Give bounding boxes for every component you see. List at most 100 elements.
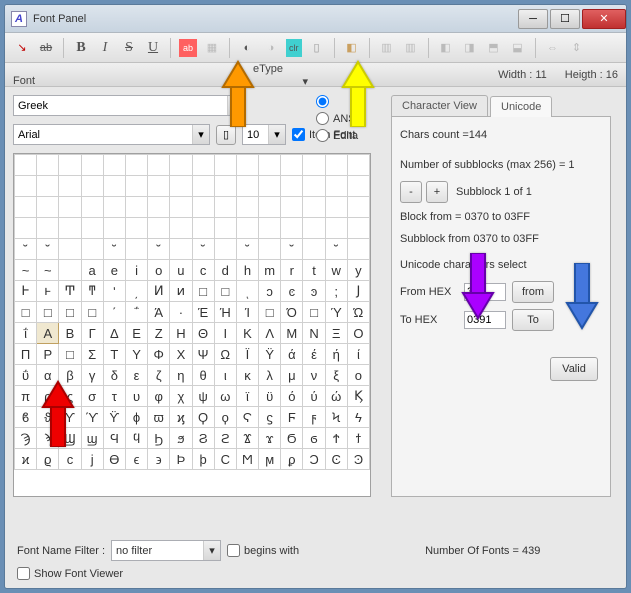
grid-cell[interactable]: Ύ (325, 302, 347, 323)
grid-cell[interactable]: θ (192, 365, 214, 386)
grid-cell[interactable]: □ (37, 302, 59, 323)
grid-cell[interactable]: ͳ (81, 281, 103, 302)
grid-cell[interactable]: ϫ (259, 428, 281, 449)
grid-cell[interactable]: d (214, 260, 236, 281)
grid-cell[interactable]: Ϲ (214, 449, 236, 470)
grid-cell[interactable]: Έ (192, 302, 214, 323)
grid-cell[interactable] (192, 218, 214, 239)
grid-cell[interactable]: ˘ (103, 239, 125, 260)
grid-cell[interactable]: Ξ (325, 323, 347, 344)
grid-cell[interactable] (192, 197, 214, 218)
bold-button[interactable]: B (72, 39, 90, 57)
grid-cell[interactable]: Η (170, 323, 192, 344)
grid-cell[interactable] (103, 155, 125, 176)
grid-cell[interactable] (259, 197, 281, 218)
grid-cell[interactable]: β (59, 365, 81, 386)
grid-cell[interactable]: ϛ (259, 407, 281, 428)
grid-cell[interactable]: ˘ (325, 239, 347, 260)
grid-cell[interactable]: ϔ (103, 407, 125, 428)
grid-cell[interactable]: Ͳ (59, 281, 81, 302)
grid-cell[interactable]: Ϫ (236, 428, 258, 449)
subblock-prev-button[interactable]: - (400, 181, 422, 203)
grid-cell[interactable]: · (170, 302, 192, 323)
grid-cell[interactable] (347, 239, 369, 260)
grid-cell[interactable] (259, 218, 281, 239)
maximize-button[interactable]: ☐ (550, 9, 580, 29)
grid-cell[interactable] (325, 155, 347, 176)
grid-icon[interactable]: ▦ (203, 39, 221, 57)
grid-cell[interactable] (192, 176, 214, 197)
grid-cell[interactable]: ϓ (81, 407, 103, 428)
grid-cell[interactable]: Ε (125, 323, 147, 344)
grid-cell[interactable] (81, 218, 103, 239)
grid-cell[interactable]: Ϸ (170, 449, 192, 470)
grid-cell[interactable]: ξ (325, 365, 347, 386)
grid-cell[interactable] (37, 197, 59, 218)
grid-cell[interactable]: Ͼ (325, 449, 347, 470)
grid-cell[interactable] (103, 218, 125, 239)
tab-unicode[interactable]: Unicode (490, 96, 552, 117)
grid-cell[interactable]: ν (303, 365, 325, 386)
grid-cell[interactable] (281, 155, 303, 176)
grid-cell[interactable]: χ (170, 386, 192, 407)
minimize-button[interactable]: ─ (518, 9, 548, 29)
grid-cell[interactable]: Τ (103, 344, 125, 365)
grid-cell[interactable]: □ (59, 344, 81, 365)
grid-cell[interactable] (214, 155, 236, 176)
grid-cell[interactable]: υ (125, 386, 147, 407)
grid-cell[interactable]: □ (259, 302, 281, 323)
grid-cell[interactable] (15, 197, 37, 218)
show-viewer-input[interactable] (17, 567, 30, 580)
grid-cell[interactable] (125, 176, 147, 197)
grid-cell[interactable] (170, 218, 192, 239)
grid-cell[interactable]: ͷ (170, 281, 192, 302)
grid-cell[interactable]: Ͷ (148, 281, 170, 302)
grid-cell[interactable]: ϱ (37, 449, 59, 470)
grid-cell[interactable]: ς (59, 386, 81, 407)
grid-cell[interactable] (281, 218, 303, 239)
radio-edita[interactable]: Edita (316, 129, 359, 142)
strike-button[interactable]: S (120, 39, 138, 57)
clr-button[interactable]: clr (286, 39, 302, 57)
grid-cell[interactable]: ϐ (15, 407, 37, 428)
arrow-tool-icon[interactable]: ↘ (13, 39, 31, 57)
grid-cell[interactable]: ϸ (192, 449, 214, 470)
grid-cell[interactable]: ϡ (37, 428, 59, 449)
font-picker-button[interactable]: ▯ (216, 125, 236, 145)
grid-cell[interactable]: ϶ (148, 449, 170, 470)
grid-cell[interactable]: ; (325, 281, 347, 302)
expand-h-icon[interactable]: ⇔ (544, 39, 562, 57)
grid-cell[interactable]: έ (303, 344, 325, 365)
radio-ansi[interactable]: ANSI (316, 112, 359, 125)
grid-cell[interactable] (37, 155, 59, 176)
grid-cell[interactable]: Π (15, 344, 37, 365)
grid-cell[interactable]: ϕ (125, 407, 147, 428)
grid-cell[interactable]: ϖ (148, 407, 170, 428)
font-dropdown[interactable]: Arial ▾ (13, 124, 210, 145)
expand-v-icon[interactable]: ⇕ (568, 39, 586, 57)
grid-cell[interactable]: □ (303, 302, 325, 323)
grid-cell[interactable] (148, 218, 170, 239)
grid-cell[interactable] (236, 197, 258, 218)
grid-cell[interactable] (281, 176, 303, 197)
grid-cell[interactable] (59, 260, 81, 281)
grid-cell[interactable]: ϵ (125, 449, 147, 470)
grid-cell[interactable]: h (236, 260, 258, 281)
grid-cell[interactable]: Ζ (148, 323, 170, 344)
grid-cell[interactable]: ϒ (59, 407, 81, 428)
grid-cell[interactable]: ϰ (15, 449, 37, 470)
grid-cell[interactable] (170, 155, 192, 176)
grid-cell[interactable]: ΐ (15, 323, 37, 344)
valid-button[interactable]: Valid (550, 357, 598, 381)
grid-cell[interactable]: Σ (81, 344, 103, 365)
grid-cell[interactable] (81, 239, 103, 260)
grid-cell[interactable]: c (192, 260, 214, 281)
grid-cell[interactable] (236, 218, 258, 239)
play-dark-icon[interactable]: ◐ (238, 39, 256, 57)
grid-cell[interactable] (148, 176, 170, 197)
grid-cell[interactable]: Α (37, 323, 59, 344)
grid-cell[interactable] (15, 176, 37, 197)
filter-dropdown[interactable]: no filter ▾ (111, 540, 221, 561)
grid-cell[interactable] (103, 197, 125, 218)
grid-cell[interactable] (303, 155, 325, 176)
